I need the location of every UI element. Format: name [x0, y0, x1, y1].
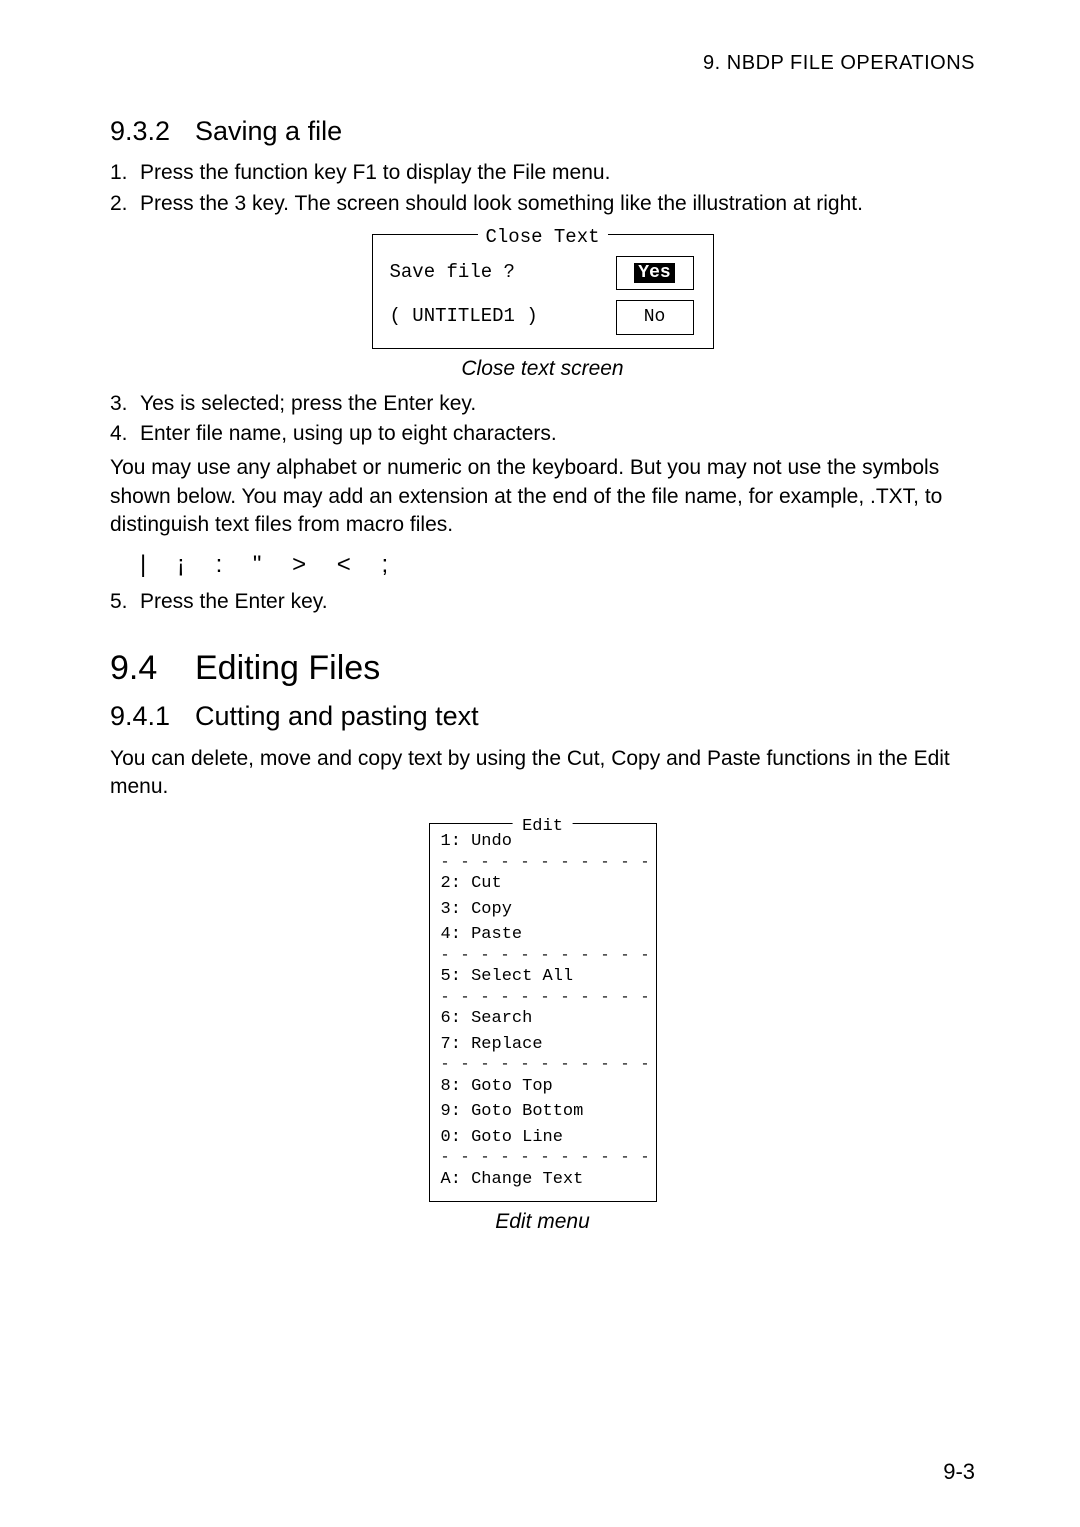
menu-separator: - - - - - - - - - - - - - - - - - - - - … — [441, 990, 647, 1007]
menu-title: Edit — [512, 814, 573, 840]
step-text: Enter file name, using up to eight chara… — [140, 420, 975, 448]
step-text: Press the Enter key. — [140, 588, 975, 616]
menu-item[interactable]: 9: Goto Bottom — [441, 1099, 647, 1125]
step-text: Press the function key F1 to display the… — [140, 159, 975, 187]
no-button[interactable]: No — [616, 300, 694, 334]
step-text: Press the 3 key. The screen should look … — [140, 190, 975, 218]
steps-list-1: 1. Press the function key F1 to display … — [110, 159, 975, 218]
step-item: 2. Press the 3 key. The screen should lo… — [110, 190, 975, 218]
heading-title: Cutting and pasting text — [195, 701, 479, 731]
close-text-dialog: Close Text Save file ? ( UNTITLED1 ) Yes… — [372, 226, 714, 349]
menu-item[interactable]: 6: Search — [441, 1006, 647, 1032]
paragraph-edit-intro: You can delete, move and copy text by us… — [110, 745, 975, 802]
no-label: No — [644, 307, 666, 327]
menu-item[interactable]: A: Change Text — [441, 1167, 647, 1193]
steps-list-3: 5. Press the Enter key. — [110, 588, 975, 616]
menu-item[interactable]: 4: Paste — [441, 922, 647, 948]
step-item: 1. Press the function key F1 to display … — [110, 159, 975, 187]
dialog-body: Save file ? ( UNTITLED1 ) Yes No — [386, 256, 700, 335]
page: 9. NBDP FILE OPERATIONS 9.3.2Saving a fi… — [0, 0, 1080, 1527]
steps-list-2: 3. Yes is selected; press the Enter key.… — [110, 390, 975, 449]
menu-item[interactable]: 0: Goto Line — [441, 1125, 647, 1151]
menu-separator: - - - - - - - - - - - - - - - - - - - - … — [441, 948, 647, 965]
yes-button[interactable]: Yes — [616, 256, 694, 290]
menu-separator: - - - - - - - - - - - - - - - - - - - - … — [441, 855, 647, 872]
yes-label: Yes — [634, 263, 674, 283]
heading-title: Saving a file — [195, 116, 342, 146]
save-file-label: Save file ? — [390, 260, 616, 286]
heading-title: Editing Files — [195, 649, 380, 687]
menu-item[interactable]: 2: Cut — [441, 871, 647, 897]
dialog-text: Save file ? ( UNTITLED1 ) — [386, 256, 616, 335]
step-text: Yes is selected; press the Enter key. — [140, 390, 975, 418]
paragraph-filename-note: You may use any alphabet or numeric on t… — [110, 454, 975, 539]
step-item: 3. Yes is selected; press the Enter key. — [110, 390, 975, 418]
page-number: 9-3 — [943, 1457, 975, 1487]
heading-number: 9.4 — [110, 646, 195, 692]
untitled-label: ( UNTITLED1 ) — [390, 304, 616, 330]
menu-item[interactable]: 8: Goto Top — [441, 1074, 647, 1100]
heading-number: 9.4.1 — [110, 698, 195, 734]
menu-item[interactable]: 7: Replace — [441, 1032, 647, 1058]
heading-9-4-1: 9.4.1Cutting and pasting text — [110, 698, 975, 734]
step-number: 1. — [110, 159, 140, 187]
menu-separator: - - - - - - - - - - - - - - - - - - - - … — [441, 1150, 647, 1167]
edit-menu-caption: Edit menu — [110, 1208, 975, 1236]
step-number: 4. — [110, 420, 140, 448]
menu-body: 1: Undo- - - - - - - - - - - - - - - - -… — [441, 829, 647, 1192]
forbidden-symbols: | ¡ : " > < ; — [140, 549, 975, 581]
heading-number: 9.3.2 — [110, 113, 195, 149]
dialog-options: Yes No — [616, 256, 700, 335]
step-number: 3. — [110, 390, 140, 418]
heading-9-4: 9.4Editing Files — [110, 646, 975, 692]
menu-item[interactable]: 3: Copy — [441, 897, 647, 923]
edit-menu-figure: Edit 1: Undo- - - - - - - - - - - - - - … — [429, 815, 657, 1202]
close-text-caption: Close text screen — [110, 355, 975, 383]
menu-separator: - - - - - - - - - - - - - - - - - - - - … — [441, 1057, 647, 1074]
menu-item[interactable]: 5: Select All — [441, 964, 647, 990]
step-item: 4. Enter file name, using up to eight ch… — [110, 420, 975, 448]
step-number: 5. — [110, 588, 140, 616]
running-header: 9. NBDP FILE OPERATIONS — [110, 50, 975, 77]
step-item: 5. Press the Enter key. — [110, 588, 975, 616]
heading-9-3-2: 9.3.2Saving a file — [110, 113, 975, 149]
dialog-title: Close Text — [477, 225, 607, 251]
step-number: 2. — [110, 190, 140, 218]
